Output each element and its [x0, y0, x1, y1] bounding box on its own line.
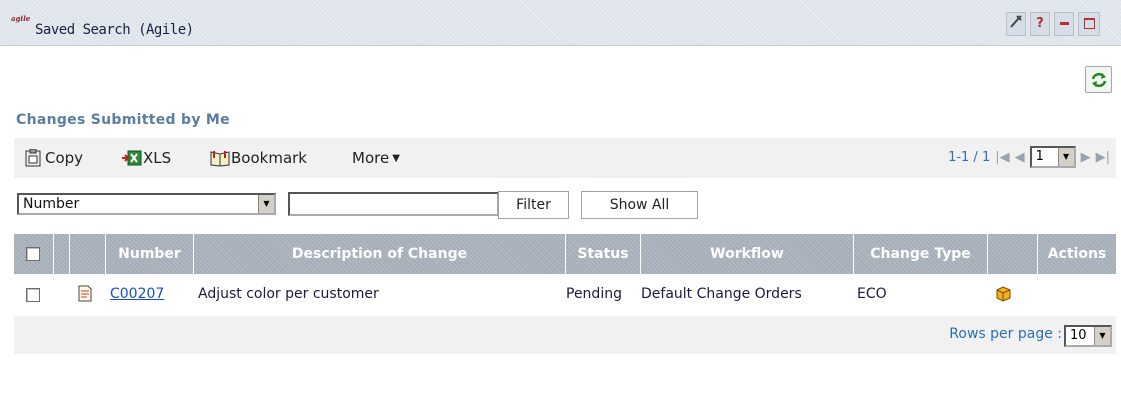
- window-titlebar: agile Saved Search (Agile) ?: [0, 0, 1121, 46]
- wrench-icon[interactable]: [1006, 12, 1026, 36]
- row-description: Adjust color per customer: [198, 286, 379, 302]
- dropdown-arrow-icon: ▼: [1057, 148, 1074, 166]
- row-change-type: ECO: [857, 286, 887, 302]
- refresh-button[interactable]: [1085, 66, 1112, 93]
- dropdown-arrow-icon: ▼: [258, 195, 274, 213]
- header-change-type[interactable]: Change Type: [854, 234, 988, 274]
- header-icon2-col: [988, 234, 1038, 274]
- help-icon[interactable]: ?: [1030, 12, 1050, 36]
- pager: 1-1 / 1 |◀ ◀ 1 ▼ ▶ ▶|: [948, 146, 1110, 168]
- filter-button[interactable]: Filter: [498, 191, 569, 219]
- table-header: Number Description of Change Status Work…: [14, 234, 1116, 274]
- row-status: Pending: [566, 286, 622, 302]
- copy-label: Copy: [45, 149, 84, 167]
- header-status[interactable]: Status: [566, 234, 641, 274]
- select-all-checkbox[interactable]: [26, 247, 40, 261]
- results-table: Number Description of Change Status Work…: [14, 234, 1116, 354]
- page-select[interactable]: 1 ▼: [1029, 146, 1076, 168]
- more-label: More: [352, 149, 390, 167]
- search-title: Changes Submitted by Me: [16, 112, 230, 128]
- xls-label: XLS: [143, 149, 172, 167]
- first-page-icon[interactable]: |◀: [995, 150, 1009, 165]
- maximize-icon[interactable]: [1078, 12, 1100, 36]
- more-menu[interactable]: More ▼: [352, 146, 400, 170]
- clipboard-icon: [24, 148, 42, 167]
- filter-row: Number ▼ Filter Show All: [14, 178, 1116, 222]
- header-icon-col: [70, 234, 106, 274]
- filter-field-select[interactable]: Number ▼: [17, 193, 276, 215]
- select-all-cell: [14, 234, 54, 274]
- filter-field-value: Number: [23, 196, 80, 212]
- change-number-link[interactable]: C00207: [110, 286, 164, 302]
- document-icon: [78, 285, 92, 306]
- header-actions: Actions: [1047, 246, 1107, 262]
- header-number[interactable]: Number: [106, 234, 194, 274]
- bookmark-button[interactable]: Bookmark: [210, 146, 307, 170]
- rows-per-page-value: 10: [1070, 328, 1087, 343]
- rows-per-page-select[interactable]: 10 ▼: [1064, 325, 1112, 347]
- row-checkbox[interactable]: [26, 288, 40, 302]
- agile-logo: agile: [11, 14, 31, 23]
- header-description[interactable]: Description of Change: [194, 234, 566, 274]
- bookmark-label: Bookmark: [231, 149, 307, 167]
- page-select-value: 1: [1035, 149, 1044, 164]
- refresh-icon: [1091, 72, 1107, 88]
- minimize-icon[interactable]: [1054, 12, 1074, 36]
- caret-down-icon: ▼: [392, 152, 400, 164]
- header-workflow[interactable]: Workflow: [641, 234, 854, 274]
- pager-count: 1-1 / 1: [948, 149, 991, 165]
- xls-button[interactable]: XLS: [122, 146, 171, 170]
- header-spacer: [54, 234, 70, 274]
- table-row: C00207 Adjust color per customer Pending…: [14, 274, 1116, 316]
- book-icon: [210, 149, 230, 167]
- rows-per-page-label: Rows per page :: [949, 326, 1062, 342]
- next-page-icon[interactable]: ▶: [1081, 150, 1091, 165]
- filter-text-input[interactable]: [288, 192, 499, 216]
- excel-export-icon: [122, 149, 142, 167]
- last-page-icon[interactable]: ▶|: [1096, 150, 1110, 165]
- window-title: Saved Search (Agile): [35, 22, 194, 38]
- row-workflow: Default Change Orders: [641, 286, 802, 302]
- show-all-button[interactable]: Show All: [581, 191, 698, 219]
- copy-button[interactable]: Copy: [24, 146, 83, 170]
- package-icon[interactable]: [994, 284, 1012, 306]
- results-toolbar: Copy XLS Bookmark More ▼ 1-1 / 1 |◀ ◀ 1 …: [14, 138, 1116, 178]
- dropdown-arrow-icon: ▼: [1094, 327, 1110, 345]
- table-footer: Rows per page : 10 ▼: [14, 316, 1116, 354]
- prev-page-icon[interactable]: ◀: [1015, 150, 1025, 165]
